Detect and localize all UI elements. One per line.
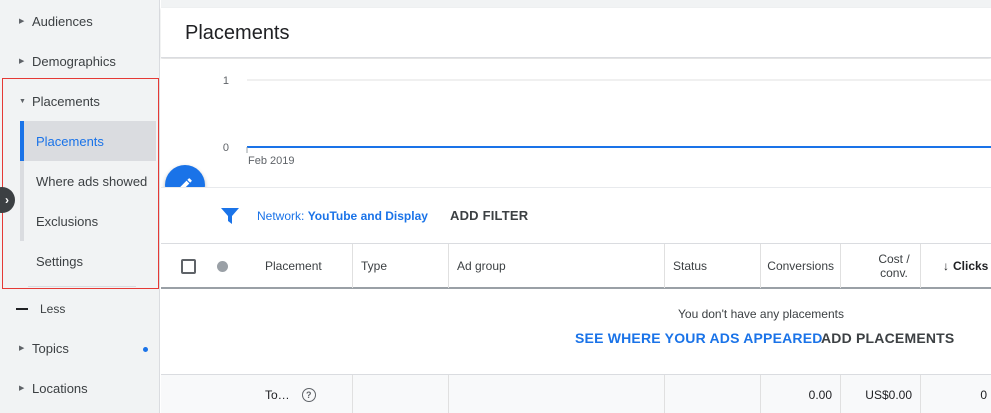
network-filter-chip[interactable]: Network: YouTube and Display [257, 209, 428, 223]
table-header: Placement Type Ad group Status Conversio… [161, 244, 991, 289]
help-icon[interactable]: ? [301, 387, 316, 402]
caret-right-icon: ▶ [19, 18, 25, 25]
y-tick-label: 1 [223, 75, 229, 87]
total-clicks-cell: 0 [980, 387, 987, 402]
sidebar-subitem-label: Settings [36, 253, 83, 269]
sidebar-item-label: Demographics [32, 53, 116, 69]
caret-down-icon: ▼ [19, 97, 26, 105]
sidebar-subitem-label: Placements [36, 133, 104, 149]
sidebar-subitem-exclusions[interactable]: Exclusions [20, 201, 156, 241]
column-header-status[interactable]: Status [665, 244, 761, 288]
total-label: To… [265, 387, 290, 402]
total-cost-conv-cell: US$0.00 [841, 375, 921, 413]
sidebar-item-topics[interactable]: ▶ Topics [0, 328, 160, 368]
column-header-placement[interactable]: Placement [265, 244, 353, 288]
empty-state: You don't have any placements SEE WHERE … [161, 290, 991, 374]
sidebar-item-label: Audiences [32, 13, 93, 29]
filter-bar: Network: YouTube and Display ADD FILTER [161, 187, 991, 244]
chart-svg: 1 0 Feb 2019 [223, 75, 991, 167]
filter-label: Network: [257, 209, 308, 223]
page-header: Placements [161, 8, 991, 58]
top-strip [161, 0, 991, 8]
performance-chart: 1 0 Feb 2019 [161, 59, 991, 187]
sidebar-item-label: Topics [32, 340, 69, 356]
funnel-icon[interactable] [221, 208, 239, 224]
chevron-right-icon: › [5, 193, 9, 207]
total-conversions-cell: 0.00 [761, 375, 841, 413]
caret-right-icon: ▶ [19, 385, 25, 392]
column-header-cost-conv[interactable]: Cost / conv. [841, 244, 921, 288]
status-dot-icon [217, 261, 228, 272]
cost-conv-label: Cost / conv. [878, 252, 910, 280]
total-row: To… ? 0.00 US$0.00 0 [161, 374, 991, 413]
arrow-down-icon: ↓ [943, 259, 949, 273]
sidebar-divider [28, 286, 136, 287]
topics-indicator-dot [143, 347, 148, 352]
minus-icon [16, 308, 28, 310]
caret-right-icon: ▶ [19, 345, 25, 352]
y-tick-label: 0 [223, 142, 229, 154]
sidebar-item-audiences[interactable]: ▶ Audiences [0, 1, 160, 41]
sidebar: ▶ Audiences ▶ Demographics ▼ Placements … [0, 0, 160, 413]
sidebar-item-locations[interactable]: ▶ Locations [0, 368, 160, 408]
sidebar-item-placements[interactable]: ▼ Placements [0, 81, 160, 121]
column-header-conversions[interactable]: Conversions [761, 244, 841, 288]
column-header-ad-group[interactable]: Ad group [449, 244, 665, 288]
sidebar-subitem-label: Exclusions [36, 213, 99, 229]
total-type-cell [353, 375, 449, 413]
total-label-cell: To… ? [265, 375, 353, 413]
sidebar-subitem-placements[interactable]: Placements [20, 121, 156, 161]
sidebar-less-toggle[interactable]: Less [0, 291, 160, 327]
x-tick-label: Feb 2019 [248, 155, 294, 167]
sidebar-subitem-where-ads-showed[interactable]: Where ads showed [20, 161, 156, 201]
less-label: Less [40, 302, 66, 316]
column-header-type[interactable]: Type [353, 244, 449, 288]
empty-message: You don't have any placements [678, 307, 844, 321]
sidebar-item-label: Locations [32, 380, 88, 396]
select-all-checkbox[interactable] [181, 259, 196, 274]
add-placements-button[interactable]: ADD PLACEMENTS [821, 330, 954, 346]
sidebar-subitem-label: Where ads showed [36, 173, 148, 189]
clicks-label: Clicks [953, 259, 989, 273]
total-adgroup-cell [449, 375, 665, 413]
sidebar-item-demographics[interactable]: ▶ Demographics [0, 41, 160, 81]
total-status-cell [665, 375, 761, 413]
caret-right-icon: ▶ [19, 58, 25, 65]
sidebar-item-label: Placements [32, 93, 100, 109]
page-title: Placements [185, 22, 290, 44]
add-filter-button[interactable]: ADD FILTER [450, 208, 528, 223]
see-where-ads-appeared-button[interactable]: SEE WHERE YOUR ADS APPEARED [575, 330, 823, 346]
sidebar-subitem-settings[interactable]: Settings [20, 241, 156, 281]
column-header-clicks[interactable]: ↓ Clicks [921, 244, 991, 288]
filter-value: YouTube and Display [307, 209, 428, 223]
